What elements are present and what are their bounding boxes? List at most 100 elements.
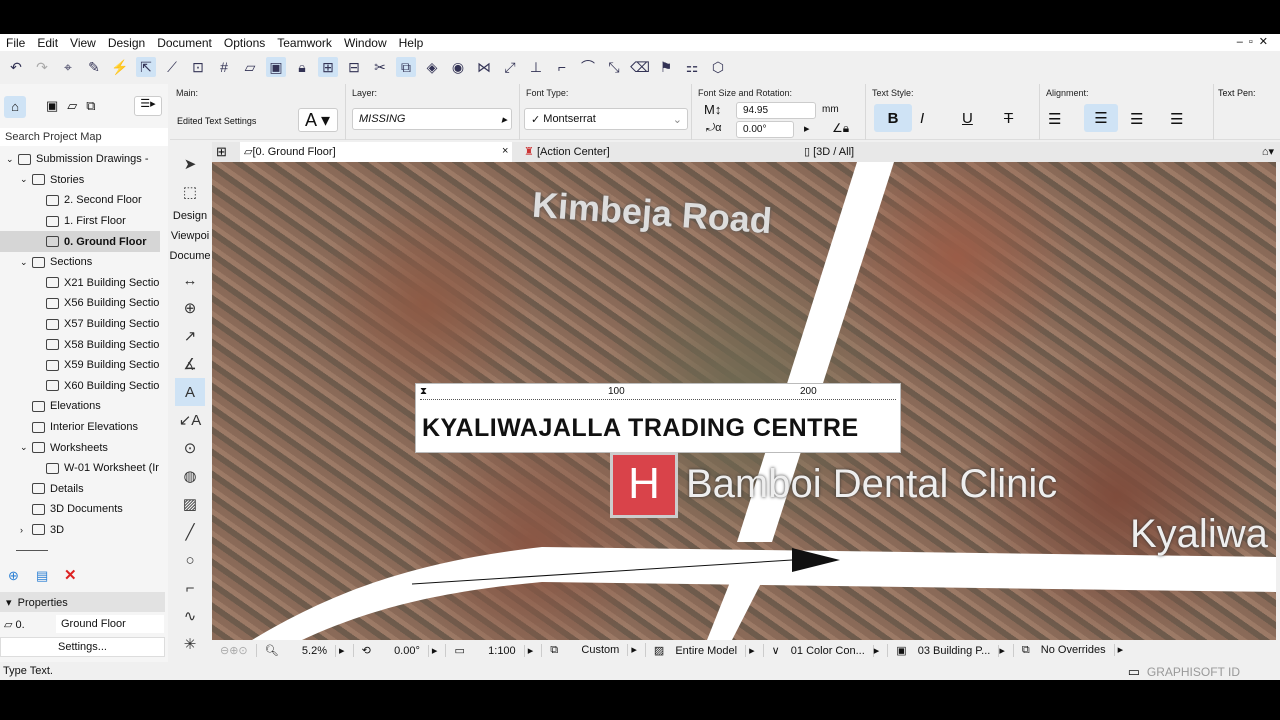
tab-menu-icon[interactable]: ⌂▾ <box>1262 145 1274 158</box>
project-map-item[interactable]: X56 Building Sectio <box>0 293 160 314</box>
angle-field[interactable]: ⟲ 0.00° ▸ <box>354 643 447 657</box>
curve-icon[interactable]: ⌒ <box>578 57 598 77</box>
angle-dimension-icon[interactable]: ∡ <box>183 350 196 378</box>
render-icon[interactable]: ◉ <box>448 57 468 77</box>
eraser-icon[interactable]: ⌫ <box>630 57 650 77</box>
line-tool-icon[interactable]: ╱ <box>185 518 194 546</box>
3d-view-icon[interactable]: ⬡ <box>708 57 728 77</box>
project-map-item[interactable]: 0. Ground Floor <box>0 231 160 252</box>
menu-help[interactable]: Help <box>399 36 424 50</box>
expand-arrow-icon[interactable]: ⌄ <box>6 154 18 165</box>
layer-combo-field[interactable]: ⧉ Custom ▸ <box>542 643 646 657</box>
project-map-item[interactable]: X60 Building Sectio <box>0 376 160 397</box>
3d-icon[interactable]: ◈ <box>422 57 442 77</box>
title-text-editor[interactable]: KYALIWAJALLA TRADING CENTRE <box>422 414 859 443</box>
lock-icon[interactable]: 🔒︎ <box>292 57 312 77</box>
properties-header[interactable]: ▾ Properties <box>0 592 165 612</box>
group-icon[interactable]: ⊞ <box>318 57 338 77</box>
expand-arrow-icon[interactable]: ⌄ <box>20 174 32 185</box>
graphisoft-id-link[interactable]: GRAPHISOFT ID <box>1147 665 1240 679</box>
align-left-button[interactable]: ☰ <box>1048 110 1061 128</box>
label-tool-icon[interactable]: ↙A <box>179 406 202 434</box>
tab-overview-icon[interactable]: ⊞ <box>216 144 227 160</box>
overrides-field[interactable]: ⧉ No Overrides ▸ <box>1014 643 1131 657</box>
zoom-field[interactable]: 🔍︎ 5.2% ▸ <box>257 643 354 657</box>
project-map-item[interactable]: Elevations <box>0 396 160 417</box>
window-controls[interactable]: –▫✕ <box>1237 35 1274 48</box>
tab-3d[interactable]: ▯ [3D / All] <box>804 145 854 158</box>
angle-lock-icon[interactable]: ∠🔒︎ <box>832 121 849 136</box>
project-map-item[interactable]: X21 Building Sectio <box>0 273 160 294</box>
suspend-groups-icon[interactable]: ⊟ <box>344 57 364 77</box>
toolbox-document-tab[interactable]: Docume <box>169 246 211 266</box>
bold-button[interactable]: B <box>874 104 912 132</box>
menu-view[interactable]: View <box>70 36 96 50</box>
pencil-icon[interactable]: ✎ <box>84 57 104 77</box>
toolbox-viewpoint-tab[interactable]: Viewpoi <box>169 226 211 246</box>
redo-icon[interactable]: ↷ <box>32 57 52 77</box>
split-icon[interactable]: ⋈ <box>474 57 494 77</box>
project-map-item[interactable]: ⌄ Worksheets <box>0 437 160 458</box>
scale-field[interactable]: ▭ 1:100 ▸ <box>446 643 543 657</box>
model-view-field[interactable]: ▨ Entire Model ▸ <box>646 643 764 657</box>
ruler[interactable] <box>420 388 896 400</box>
fillet-icon[interactable]: ⌐ <box>552 57 572 77</box>
underline-button[interactable]: U <box>962 110 973 127</box>
project-map-item[interactable]: 3D Documents <box>0 499 160 520</box>
marker-tool-icon[interactable]: ⊙ <box>184 434 197 462</box>
resize-icon[interactable]: ⤡ <box>604 57 624 77</box>
snap-icon[interactable]: ⊡ <box>188 57 208 77</box>
project-map-item[interactable]: Details <box>0 479 160 500</box>
properties-icon[interactable]: ⚏ <box>682 57 702 77</box>
project-map-item[interactable]: X57 Building Sectio <box>0 314 160 335</box>
project-map-item[interactable]: 2. Second Floor <box>0 190 160 211</box>
align-justify-button[interactable]: ☰ <box>1170 110 1183 128</box>
align-center-button[interactable]: ☰ <box>1084 104 1118 132</box>
undo-icon[interactable]: ↶ <box>6 57 26 77</box>
view-map-icons[interactable]: ▣▱⧉ <box>46 98 105 114</box>
ruler-tab-icon[interactable]: ⧗ <box>420 386 427 397</box>
adjust-icon[interactable]: ⤢ <box>500 57 520 77</box>
trim-icon[interactable]: ✂ <box>370 57 390 77</box>
project-map-icon[interactable]: ⌂ <box>4 96 26 118</box>
add-icon[interactable]: ⊕ <box>8 568 19 584</box>
marquee-tool-icon[interactable]: ⬚ <box>183 178 197 206</box>
align-right-button[interactable]: ☰ <box>1130 110 1143 128</box>
mvo-field[interactable]: ▣ 03 Building P... ▸ <box>888 643 1014 657</box>
settings-button[interactable]: Settings... <box>0 637 165 657</box>
project-map-item[interactable]: ⌄ Submission Drawings - <box>0 149 160 170</box>
tab-close-button[interactable]: × <box>502 145 508 157</box>
hotspot-tool-icon[interactable]: ✳ <box>184 630 197 658</box>
spline-tool-icon[interactable]: ∿ <box>184 602 197 630</box>
menu-edit[interactable]: Edit <box>37 36 58 50</box>
circle-tool-icon[interactable]: ○ <box>185 546 194 574</box>
project-map-item[interactable]: X58 Building Sectio <box>0 334 160 355</box>
tab-action-center[interactable]: ♜ [Action Center] <box>524 145 610 158</box>
polyline-tool-icon[interactable]: ⌐ <box>186 574 195 602</box>
text-tool-icon[interactable]: A <box>175 378 205 406</box>
text-block[interactable]: ⧗ 100 200 KYALIWAJALLA TRADING CENTRE <box>415 383 901 453</box>
menu-window[interactable]: Window <box>344 36 387 50</box>
menu-options[interactable]: Options <box>224 36 265 50</box>
ruler-icon[interactable]: ▱ <box>240 57 260 77</box>
zoom-nav-icons[interactable]: ⊖⊕⊙ <box>212 643 257 657</box>
project-map-item[interactable]: W-01 Worksheet (Ir <box>0 458 160 479</box>
trace-icon[interactable]: ⌖ <box>58 57 78 77</box>
expand-arrow-icon[interactable]: ⌄ <box>20 442 32 453</box>
expand-arrow-icon[interactable]: ⌄ <box>20 257 32 268</box>
pen-set-field[interactable]: ∨ 01 Color Con... ▸ <box>764 643 889 657</box>
arrow-select-icon[interactable]: ⇱ <box>136 57 156 77</box>
layer-dropdown[interactable]: MISSING ▸ <box>352 108 512 130</box>
layers-icon[interactable]: ⧉ <box>396 57 416 77</box>
dimension-tool-icon[interactable]: ↔ <box>183 266 198 294</box>
hatch-tool-icon[interactable]: ▨ <box>183 490 197 518</box>
project-map-item[interactable]: 1. First Floor <box>0 211 160 232</box>
level-dimension-icon[interactable]: ↗ <box>184 322 197 350</box>
project-map-item[interactable]: Interior Elevations <box>0 417 160 438</box>
menu-file[interactable]: File <box>6 36 25 50</box>
font-dropdown[interactable]: ✓ Montserrat ⌄ <box>524 108 688 130</box>
text-tool-settings-button[interactable]: A ▾ <box>298 108 338 132</box>
story-name-field[interactable]: Ground Floor <box>56 615 164 633</box>
flag-icon[interactable]: ⚑ <box>656 57 676 77</box>
floor-plan-canvas[interactable]: Kimbeja Road ⧗ 100 200 KYALIWAJALLA TRAD… <box>212 162 1276 640</box>
